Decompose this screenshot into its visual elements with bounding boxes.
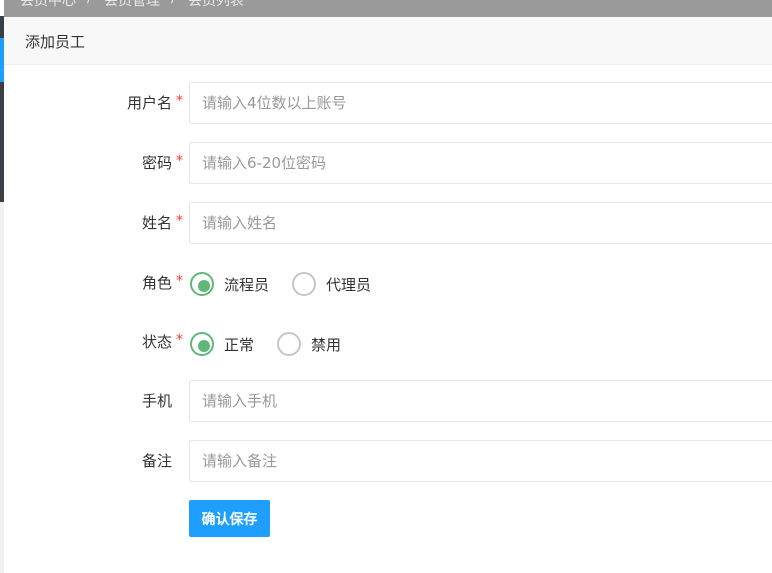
- form-row-username: 用户名 *: [0, 82, 772, 126]
- radio-label: 禁用: [311, 336, 342, 354]
- form-row-remark: 备注: [0, 440, 772, 484]
- radio-label: 流程员: [224, 276, 270, 294]
- role-radio-process[interactable]: 流程员: [190, 272, 280, 296]
- username-input[interactable]: [189, 82, 772, 124]
- name-label: 姓名: [141, 214, 172, 232]
- remark-input[interactable]: [189, 440, 772, 482]
- password-input[interactable]: [189, 142, 772, 184]
- phone-input[interactable]: [189, 380, 772, 422]
- card-header: 添加员工: [4, 17, 772, 65]
- username-label: 用户名: [126, 94, 172, 112]
- radio-checked-icon: [190, 272, 214, 296]
- breadcrumb-item[interactable]: 会员管理: [104, 0, 160, 10]
- radio-label: 正常: [224, 336, 255, 354]
- breadcrumb: 会员中心 / 会员管理 / 会员列表: [4, 0, 772, 17]
- radio-unchecked-icon: [292, 272, 316, 296]
- required-mark: *: [176, 213, 183, 229]
- required-mark: *: [176, 153, 183, 169]
- phone-label: 手机: [141, 392, 172, 410]
- page-title: 添加员工: [25, 33, 86, 51]
- required-mark: *: [176, 93, 183, 109]
- form-row-phone: 手机: [0, 380, 772, 424]
- form-row-status: 状态 * 正常 禁用: [0, 322, 772, 366]
- name-input[interactable]: [189, 202, 772, 244]
- radio-unchecked-icon: [277, 332, 301, 356]
- remark-label: 备注: [141, 452, 172, 470]
- form-row-name: 姓名 *: [0, 202, 772, 246]
- status-radio-disabled[interactable]: 禁用: [277, 332, 353, 356]
- role-label: 角色: [141, 274, 172, 292]
- required-mark: *: [176, 332, 183, 348]
- password-label: 密码: [141, 154, 172, 172]
- status-radio-normal[interactable]: 正常: [190, 332, 266, 356]
- breadcrumb-item[interactable]: 会员中心: [20, 0, 76, 10]
- form-row-password: 密码 *: [0, 142, 772, 186]
- role-radio-agent[interactable]: 代理员: [292, 272, 382, 296]
- status-label: 状态: [141, 333, 172, 351]
- breadcrumb-separator: /: [171, 0, 176, 6]
- breadcrumb-separator: /: [87, 0, 92, 6]
- form-row-role: 角色 * 流程员 代理员: [0, 262, 772, 306]
- breadcrumb-item: 会员列表: [188, 0, 244, 9]
- save-button[interactable]: 确认保存: [189, 500, 270, 537]
- required-mark: *: [176, 273, 183, 289]
- radio-checked-icon: [190, 332, 214, 356]
- radio-label: 代理员: [326, 276, 372, 294]
